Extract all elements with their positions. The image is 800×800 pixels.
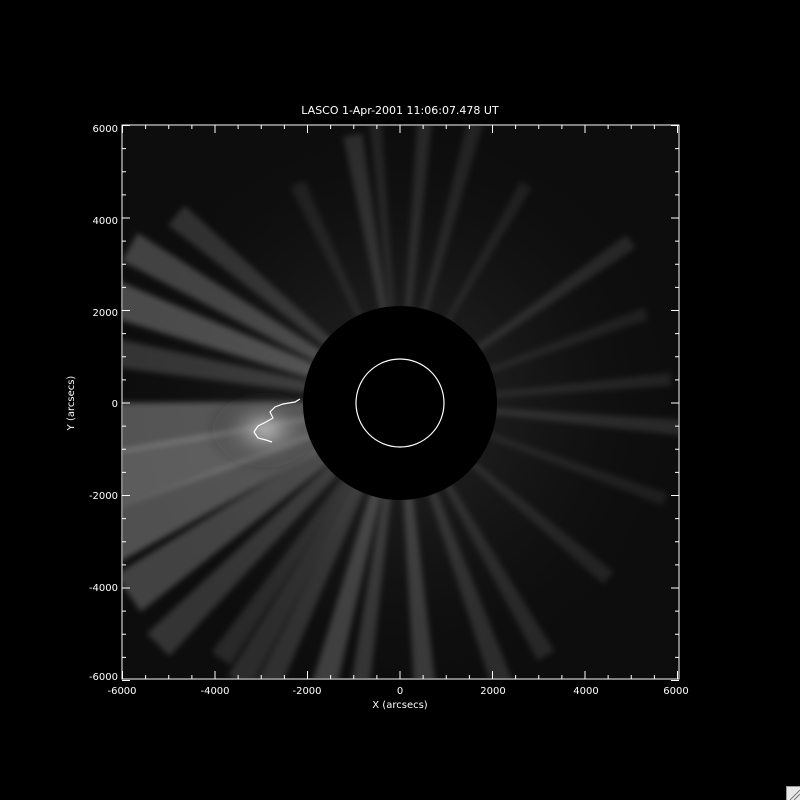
- y-tick-label: 2000: [93, 308, 118, 319]
- y-tick-label: 6000: [93, 124, 118, 135]
- x-tick-label: 0: [397, 686, 403, 697]
- x-tick-label: -2000: [292, 686, 321, 697]
- x-tick-label: -6000: [107, 686, 136, 697]
- resize-grip-lines: [789, 789, 800, 800]
- y-tick-label: 4000: [93, 216, 118, 227]
- coronagraph-window: LASCO 1-Apr-2001 11:06:07.478 UT -6000 -…: [0, 0, 800, 800]
- y-tick-label: -6000: [89, 672, 118, 683]
- y-axis-label: Y (arcsecs): [66, 376, 77, 432]
- occulter-disk: [303, 306, 497, 500]
- x-tick-label: 2000: [480, 686, 505, 697]
- x-tick-label: 4000: [573, 686, 598, 697]
- x-tick-label: 6000: [663, 686, 688, 697]
- y-tick-label: -2000: [89, 491, 118, 502]
- y-tick-label: 0: [112, 399, 118, 410]
- x-axis-label: X (arcsecs): [372, 700, 428, 711]
- resize-grip-icon[interactable]: [786, 786, 800, 800]
- y-tick-label: -4000: [89, 583, 118, 594]
- plot-title: LASCO 1-Apr-2001 11:06:07.478 UT: [301, 104, 499, 117]
- lasco-coronagraph-plot: LASCO 1-Apr-2001 11:06:07.478 UT -6000 -…: [66, 104, 689, 711]
- x-tick-label: -4000: [200, 686, 229, 697]
